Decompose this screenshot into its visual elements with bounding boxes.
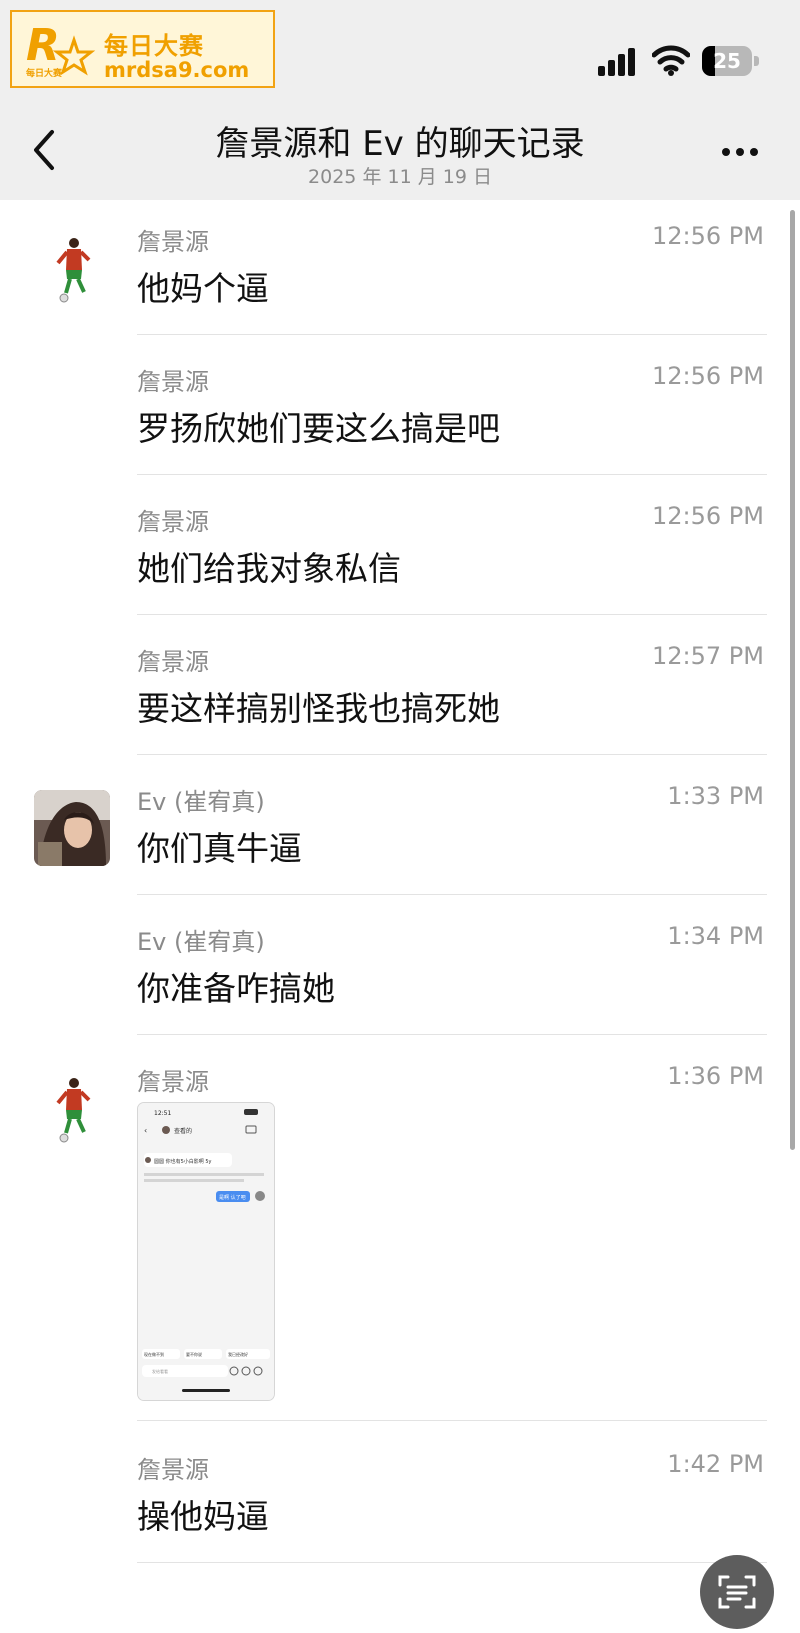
message-time: 12:56 PM bbox=[652, 222, 764, 250]
nav-bar: 詹景源和 Ev 的聊天记录 2025 年 11 月 19 日 bbox=[0, 96, 800, 200]
thumb-chip: 现在做不到 bbox=[144, 1351, 164, 1357]
message-text: 操他妈逼 bbox=[137, 1497, 269, 1536]
thumb-chip: 我已经改好 bbox=[228, 1351, 248, 1357]
message-sender: Ev (崔宥真) bbox=[137, 788, 265, 816]
page-title: 詹景源和 Ev 的聊天记录 bbox=[215, 124, 585, 164]
svg-text:‹: ‹ bbox=[144, 1126, 147, 1135]
battery-percent: 25 bbox=[713, 49, 741, 73]
message-text: 你准备咋搞她 bbox=[137, 969, 335, 1008]
message-divider bbox=[137, 1562, 767, 1563]
avatar-woman-photo bbox=[34, 790, 110, 866]
avatar-soccer-player bbox=[34, 1070, 110, 1146]
status-bar: R 每日大赛 每日大赛 mrdsa9.com 25 bbox=[0, 0, 800, 96]
thumb-line: 圆圆 你也有5小白影啊 5y bbox=[154, 1158, 212, 1165]
message-divider bbox=[137, 754, 767, 755]
chat-record-list: 詹景源 12:56 PM 他妈个逼 詹景源 12:56 PM 罗扬欣她们要这么搞… bbox=[0, 200, 800, 1625]
message-text: 罗扬欣她们要这么搞是吧 bbox=[137, 409, 500, 448]
woman-photo-icon bbox=[34, 790, 110, 866]
message-sender: 詹景源 bbox=[137, 1456, 209, 1484]
watermark-url: mrdsa9.com bbox=[104, 58, 250, 82]
message-item[interactable]: Ev (崔宥真) 1:33 PM 你们真牛逼 bbox=[0, 760, 800, 900]
page-subtitle: 2025 年 11 月 19 日 bbox=[308, 166, 492, 188]
watermark-logo-icon: R 每日大赛 bbox=[26, 20, 96, 79]
screenshot-thumbnail[interactable]: 12:51 ‹ 查看的 圆圆 你也有5小白影啊 5y 是啊 认了吧 现在做不到 … bbox=[137, 1102, 275, 1401]
message-time: 12:56 PM bbox=[652, 502, 764, 530]
message-divider bbox=[137, 474, 767, 475]
thumb-time: 12:51 bbox=[154, 1110, 171, 1117]
message-time: 12:56 PM bbox=[652, 362, 764, 390]
message-sender: 詹景源 bbox=[137, 508, 209, 536]
thumb-chip: 要不你说 bbox=[186, 1351, 202, 1357]
watermark-logo-letter: R bbox=[26, 20, 60, 71]
message-item[interactable]: 詹景源 12:57 PM 要这样搞别怪我也搞死她 bbox=[0, 620, 800, 760]
avatar-soccer-player bbox=[34, 230, 110, 306]
message-item[interactable]: 詹景源 1:36 PM 12:51 ‹ 查看的 圆圆 你也有5小白影啊 5y 是… bbox=[0, 1040, 800, 1440]
watermark-logo-text: 每日大赛 bbox=[26, 67, 63, 79]
soccer-player-icon bbox=[34, 1070, 110, 1146]
message-item[interactable]: 詹景源 12:56 PM 罗扬欣她们要这么搞是吧 bbox=[0, 340, 800, 480]
message-divider bbox=[137, 334, 767, 335]
message-time: 1:34 PM bbox=[667, 922, 764, 950]
message-divider bbox=[137, 1420, 767, 1421]
thumb-input: 发给看看 bbox=[152, 1368, 168, 1374]
message-item[interactable]: 詹景源 12:56 PM 他妈个逼 bbox=[0, 200, 800, 340]
thumb-title: 查看的 bbox=[174, 1127, 192, 1135]
watermark-title: 每日大赛 bbox=[104, 32, 204, 60]
message-divider bbox=[137, 894, 767, 895]
message-text: 你们真牛逼 bbox=[137, 829, 302, 868]
text-scan-button[interactable] bbox=[700, 1555, 774, 1629]
watermark-badge: R 每日大赛 每日大赛 mrdsa9.com bbox=[10, 10, 275, 88]
message-divider bbox=[137, 614, 767, 615]
message-item[interactable]: 詹景源 1:42 PM 操他妈逼 bbox=[0, 1426, 800, 1566]
message-time: 1:42 PM bbox=[667, 1450, 764, 1478]
message-divider bbox=[137, 1034, 767, 1035]
soccer-player-icon bbox=[34, 230, 110, 306]
message-text: 要这样搞别怪我也搞死她 bbox=[137, 689, 500, 728]
scrollbar[interactable] bbox=[790, 210, 795, 1150]
message-time: 12:57 PM bbox=[652, 642, 764, 670]
cellular-signal-icon bbox=[598, 48, 635, 76]
message-time: 1:36 PM bbox=[667, 1062, 764, 1090]
message-sender: 詹景源 bbox=[137, 648, 209, 676]
text-scan-icon bbox=[718, 1575, 756, 1609]
thumb-bubble: 是啊 认了吧 bbox=[219, 1194, 246, 1201]
message-item[interactable]: Ev (崔宥真) 1:34 PM 你准备咋搞她 bbox=[0, 900, 800, 1040]
message-text: 她们给我对象私信 bbox=[137, 549, 401, 588]
message-time: 1:33 PM bbox=[667, 782, 764, 810]
battery-indicator: 25 bbox=[702, 46, 760, 76]
wifi-icon bbox=[652, 45, 690, 76]
message-sender: 詹景源 bbox=[137, 1068, 209, 1096]
message-text: 他妈个逼 bbox=[137, 269, 269, 308]
more-icon[interactable] bbox=[720, 146, 760, 158]
message-sender: Ev (崔宥真) bbox=[137, 928, 265, 956]
message-sender: 詹景源 bbox=[137, 368, 209, 396]
message-sender: 詹景源 bbox=[137, 228, 209, 256]
message-item[interactable]: 詹景源 12:56 PM 她们给我对象私信 bbox=[0, 480, 800, 620]
